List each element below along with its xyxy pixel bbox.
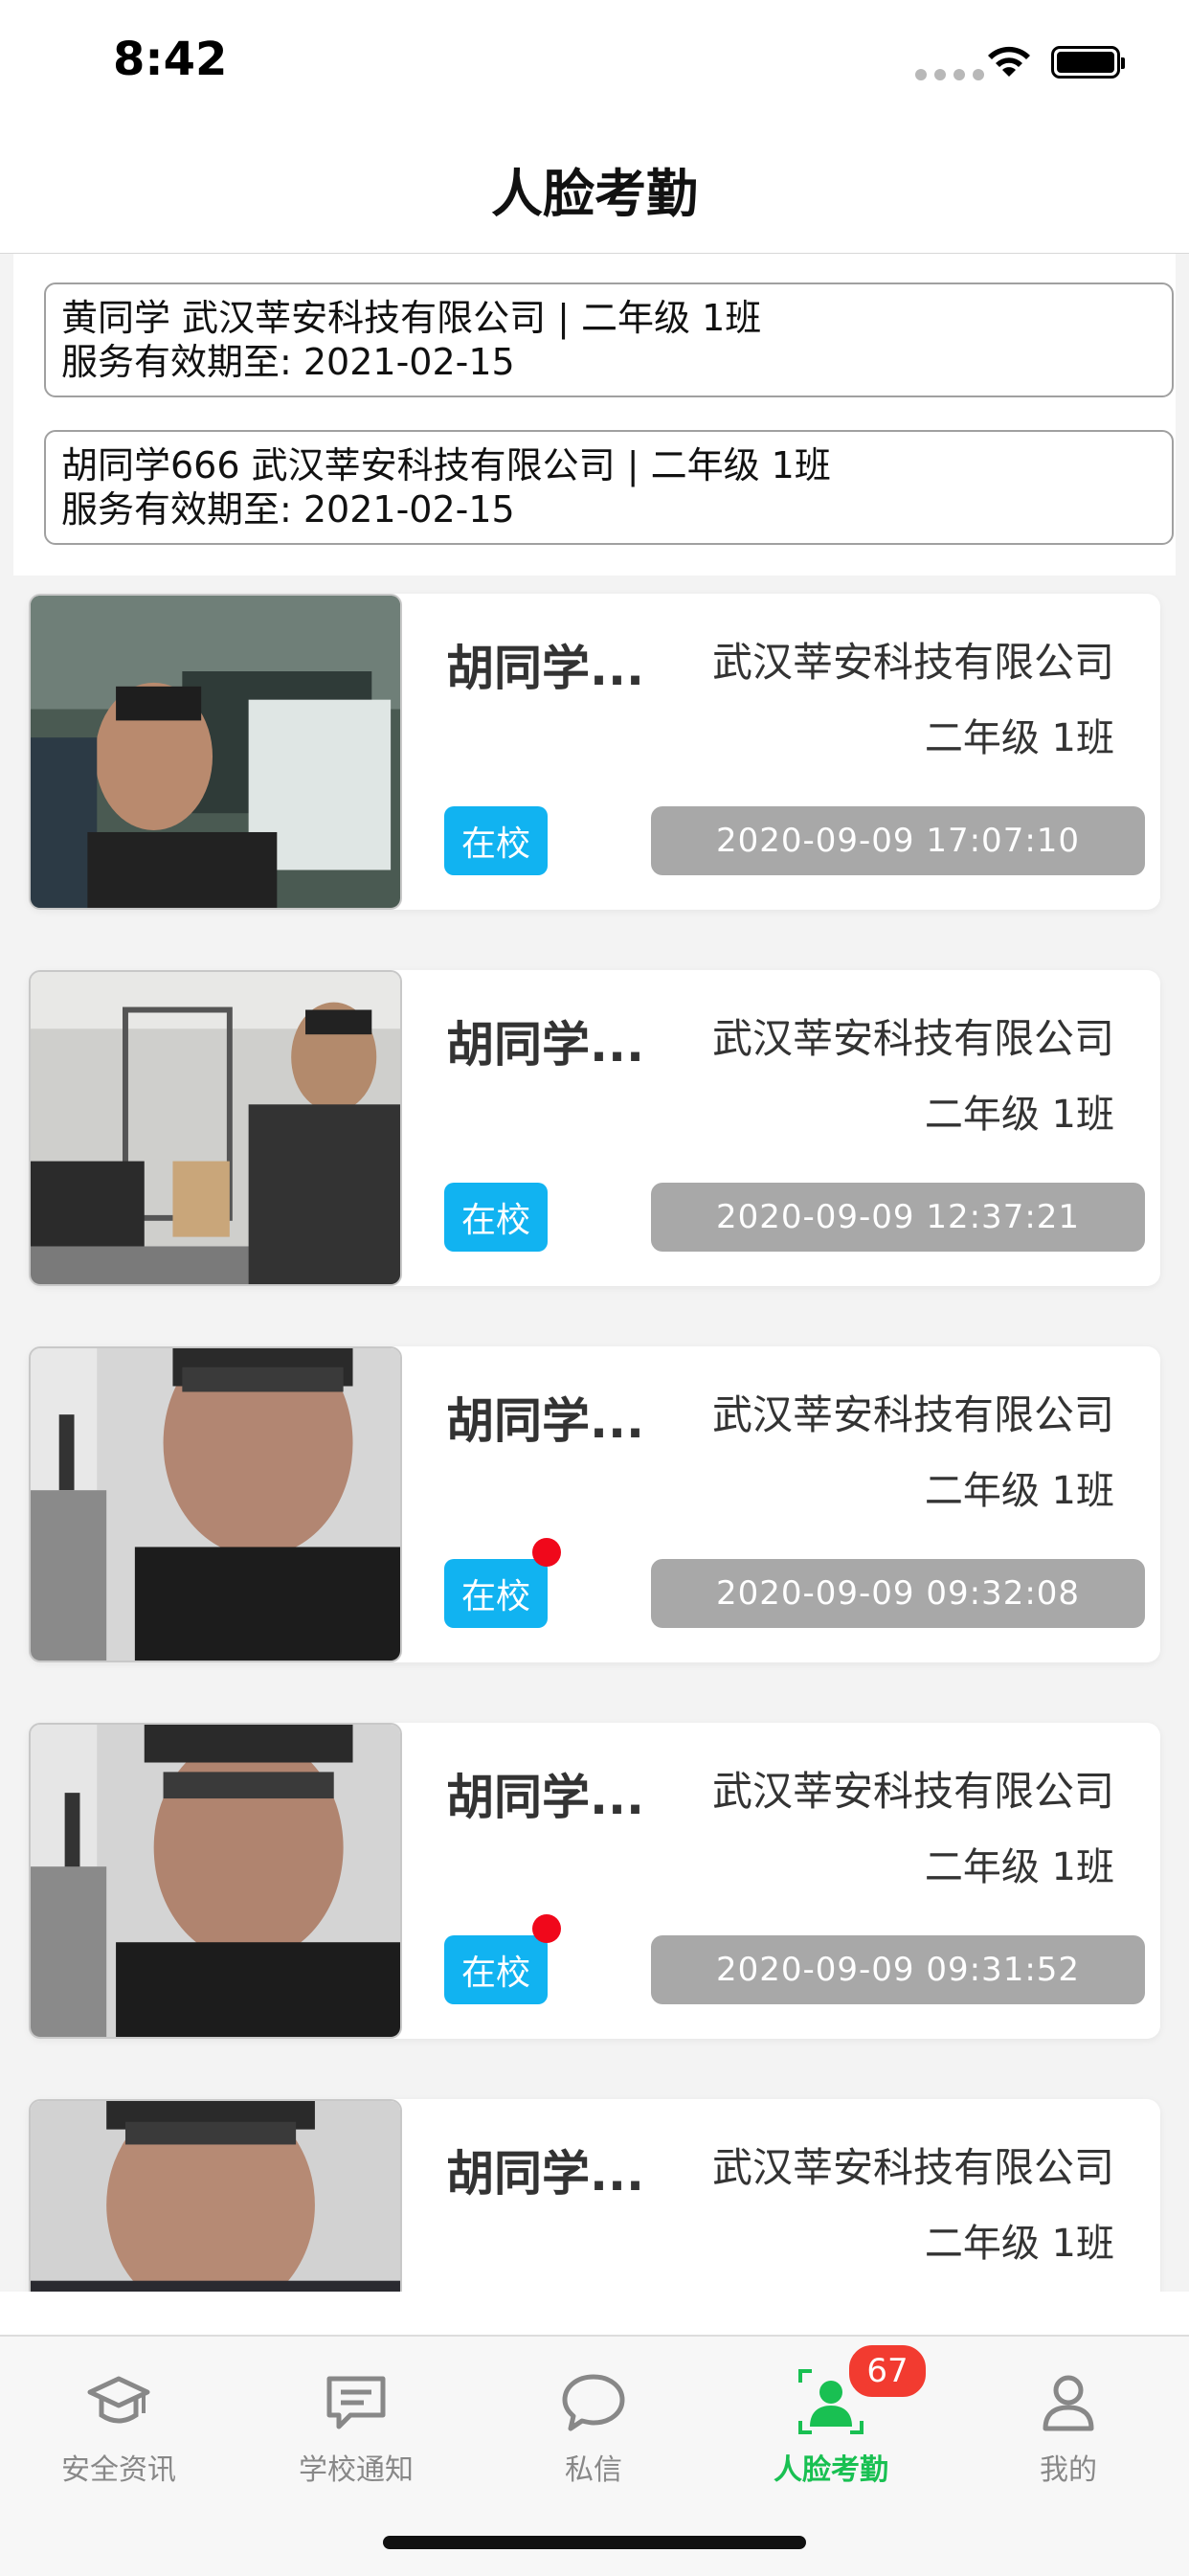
notification-badge: 67	[846, 2342, 929, 2400]
class-name: 二年级 1班	[924, 1845, 1114, 1889]
face-photo[interactable]	[29, 970, 402, 1286]
attendance-time: 2020-09-09 12:37:21	[651, 1183, 1145, 1252]
chat-bubble-icon	[562, 2374, 625, 2431]
status-bar: 8:42	[0, 0, 1189, 126]
tab-school-notice[interactable]: 学校通知	[237, 2356, 475, 2499]
attendance-time: 2020-09-09 09:31:52	[651, 1935, 1145, 2004]
unread-dot	[532, 1914, 561, 1943]
attendance-record[interactable]: 胡同学... 武汉莘安科技有限公司 二年级 1班 在校 2020-09-09 0…	[29, 1346, 1160, 1662]
company-name: 武汉莘安科技有限公司	[711, 1015, 1114, 1062]
attendance-record[interactable]: 胡同学... 武汉莘安科技有限公司 二年级 1班 在校 2020-09-09 1…	[29, 970, 1160, 1286]
tab-safety-news[interactable]: 安全资讯	[0, 2356, 237, 2499]
attendance-content[interactable]: 黄同学 武汉莘安科技有限公司 | 二年级 1班 服务有效期至: 2021-02-…	[0, 254, 1189, 2292]
student-info-line: 黄同学 武汉莘安科技有限公司 | 二年级 1班	[61, 297, 762, 339]
graduation-cap-icon	[87, 2376, 150, 2424]
service-expiry: 服务有效期至: 2021-02-15	[61, 488, 515, 531]
class-name: 二年级 1班	[924, 716, 1114, 760]
class-name: 二年级 1班	[924, 2222, 1114, 2266]
attendance-record[interactable]: 胡同学... 武汉莘安科技有限公司 二年级 1班 在校 2020-09-09 1…	[29, 594, 1160, 910]
status-badge: 在校	[444, 806, 548, 875]
face-photo[interactable]	[29, 1723, 402, 2039]
company-name: 武汉莘安科技有限公司	[711, 2144, 1114, 2191]
class-name: 二年级 1班	[924, 1093, 1114, 1137]
company-name: 武汉莘安科技有限公司	[711, 1768, 1114, 1815]
cellular-signal-icon	[915, 69, 984, 80]
face-photo[interactable]	[29, 1346, 402, 1662]
face-photo[interactable]	[29, 594, 402, 910]
student-name: 胡同学...	[446, 1393, 644, 1449]
status-badge: 在校	[444, 1559, 548, 1628]
attendance-time: 2020-09-09 17:07:10	[651, 806, 1145, 875]
attendance-time: 2020-09-09 09:32:08	[651, 1559, 1145, 1628]
student-info-card[interactable]: 黄同学 武汉莘安科技有限公司 | 二年级 1班 服务有效期至: 2021-02-…	[44, 282, 1174, 397]
student-name: 胡同学...	[446, 2146, 644, 2202]
class-name: 二年级 1班	[924, 1469, 1114, 1513]
attendance-record[interactable]: 胡同学... 武汉莘安科技有限公司 二年级 1班 在校 2020-09-09 0…	[29, 1723, 1160, 2039]
company-name: 武汉莘安科技有限公司	[711, 639, 1114, 686]
student-name: 胡同学...	[446, 1770, 644, 1825]
tab-label: 学校通知	[299, 2453, 414, 2487]
student-name: 胡同学...	[446, 641, 644, 696]
battery-icon	[1051, 46, 1125, 79]
company-name: 武汉莘安科技有限公司	[711, 1391, 1114, 1438]
page-title: 人脸考勤	[491, 164, 698, 224]
navigation-bar: 人脸考勤	[0, 126, 1189, 254]
wifi-icon	[988, 46, 1030, 77]
unread-dot	[532, 1538, 561, 1567]
status-time: 8:42	[113, 33, 228, 86]
tab-private-message[interactable]: 私信	[475, 2356, 712, 2499]
student-name: 胡同学...	[446, 1017, 644, 1073]
face-photo[interactable]	[29, 2099, 402, 2292]
tab-label: 安全资讯	[61, 2453, 176, 2487]
home-indicator[interactable]	[383, 2536, 806, 2549]
attendance-record[interactable]: 胡同学... 武汉莘安科技有限公司 二年级 1班	[29, 2099, 1160, 2292]
service-expiry: 服务有效期至: 2021-02-15	[61, 341, 515, 383]
student-info-card[interactable]: 胡同学666 武汉莘安科技有限公司 | 二年级 1班 服务有效期至: 2021-…	[44, 430, 1174, 545]
user-icon	[1043, 2375, 1094, 2431]
student-info-line: 胡同学666 武汉莘安科技有限公司 | 二年级 1班	[61, 444, 831, 486]
tab-label: 人脸考勤	[774, 2453, 888, 2487]
message-square-icon	[326, 2376, 386, 2429]
tab-mine[interactable]: 我的	[950, 2356, 1187, 2499]
status-badge: 在校	[444, 1183, 548, 1252]
tab-label: 私信	[565, 2453, 622, 2487]
student-info-area: 黄同学 武汉莘安科技有限公司 | 二年级 1班 服务有效期至: 2021-02-…	[13, 254, 1176, 576]
status-badge: 在校	[444, 1935, 548, 2004]
tab-label: 我的	[1040, 2453, 1097, 2487]
